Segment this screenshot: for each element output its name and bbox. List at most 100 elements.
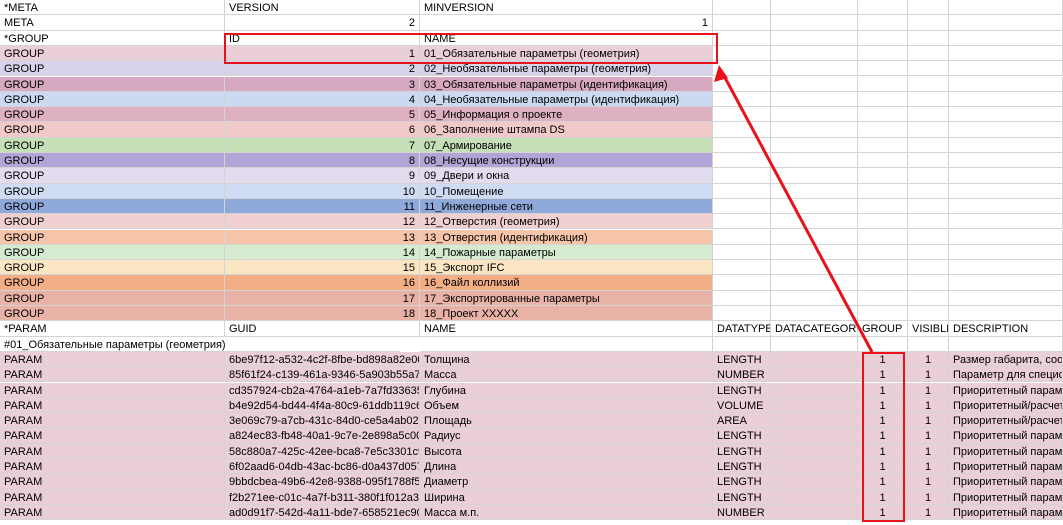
empty-cell[interactable] [771, 137, 858, 153]
empty-cell[interactable] [771, 260, 858, 276]
cell-group-id[interactable]: 11 [225, 198, 420, 215]
cell-group-id[interactable]: 14 [225, 244, 420, 261]
empty-cell[interactable] [858, 122, 908, 138]
cell-param-datacategory[interactable] [771, 428, 858, 444]
empty-cell[interactable] [858, 168, 908, 184]
cell-param-type[interactable]: PARAM [0, 382, 225, 398]
cell-param-datatype[interactable]: LENGTH [713, 428, 771, 444]
empty-cell[interactable] [949, 76, 1063, 92]
cell-group-name[interactable]: 14_Пожарные параметры [420, 244, 713, 261]
empty-cell[interactable] [908, 183, 949, 199]
cell-param-datacategory[interactable] [771, 474, 858, 490]
empty-cell[interactable] [713, 15, 771, 31]
empty-cell[interactable] [713, 198, 771, 215]
cell-group-type[interactable]: GROUP [0, 91, 225, 108]
cell-param-name[interactable]: Объем [420, 397, 713, 414]
cell-param-type[interactable]: PARAM [0, 397, 225, 414]
cell-param-visible[interactable]: 1 [908, 489, 949, 505]
empty-cell[interactable] [713, 168, 771, 184]
cell-group-name[interactable]: 15_Экспорт IFC [420, 260, 713, 276]
cell-param-guid[interactable]: 9bbdcbea-49b6-42e8-9388-095f1788f5ab [225, 474, 420, 490]
empty-cell[interactable] [949, 107, 1063, 123]
empty-cell[interactable] [771, 61, 858, 77]
empty-cell[interactable] [908, 122, 949, 138]
cell-param-datacategory[interactable] [771, 504, 858, 521]
cell-param-header-3[interactable]: DATATYPE [713, 321, 771, 337]
empty-cell[interactable] [713, 153, 771, 169]
empty-cell[interactable] [858, 229, 908, 245]
cell-param-header-4[interactable]: DATACATEGORY [771, 321, 858, 337]
cell-param-datacategory[interactable] [771, 489, 858, 505]
cell-param-description[interactable]: Приоритетный параме [949, 382, 1063, 398]
cell-param-type[interactable]: PARAM [0, 474, 225, 490]
cell-param-visible[interactable]: 1 [908, 397, 949, 414]
empty-cell[interactable] [949, 15, 1063, 31]
cell-param-description[interactable]: Приоритетный параме [949, 459, 1063, 475]
empty-cell[interactable] [771, 45, 858, 62]
empty-cell[interactable] [713, 30, 771, 46]
empty-cell[interactable] [858, 260, 908, 276]
empty-cell[interactable] [949, 229, 1063, 245]
cell-param-type[interactable]: PARAM [0, 459, 225, 475]
cell-group-name[interactable]: 10_Помещение [420, 183, 713, 199]
cell-param-visible[interactable]: 1 [908, 351, 949, 368]
cell-param-datacategory[interactable] [771, 413, 858, 429]
cell-group-name[interactable]: 17_Экспортированные параметры [420, 290, 713, 306]
empty-cell[interactable] [771, 76, 858, 92]
empty-cell[interactable] [949, 275, 1063, 291]
empty-cell[interactable] [771, 275, 858, 291]
empty-cell[interactable] [908, 137, 949, 153]
empty-cell[interactable] [949, 214, 1063, 230]
empty-cell[interactable] [949, 198, 1063, 215]
empty-cell[interactable] [908, 153, 949, 169]
empty-cell[interactable] [908, 260, 949, 276]
empty-cell[interactable] [858, 336, 908, 352]
empty-cell[interactable] [908, 15, 949, 31]
empty-cell[interactable] [908, 61, 949, 77]
cell-param-guid[interactable]: 58c880a7-425c-42ee-bca8-7e5c3301c917 [225, 443, 420, 459]
cell-group-name[interactable]: 18_Проект XXXXX [420, 306, 713, 322]
cell-group-name[interactable]: 13_Отверстия (идентификация) [420, 229, 713, 245]
cell-param-name[interactable]: Площадь [420, 413, 713, 429]
cell-group-type[interactable]: GROUP [0, 214, 225, 230]
empty-cell[interactable] [908, 244, 949, 261]
cell-param-type[interactable]: PARAM [0, 489, 225, 505]
cell-param-datatype[interactable]: LENGTH [713, 443, 771, 459]
cell-param-datatype[interactable]: NUMBER [713, 504, 771, 521]
cell-param-visible[interactable]: 1 [908, 443, 949, 459]
empty-cell[interactable] [771, 244, 858, 261]
cell-param-visible[interactable]: 1 [908, 504, 949, 521]
cell-param-guid[interactable]: 3e069c79-a7cb-431c-84d0-ce5a4ab02262 [225, 413, 420, 429]
cell-param-guid[interactable]: b4e92d54-bd44-4f4a-80c9-61ddb119c6b5 [225, 397, 420, 414]
cell-param-datatype[interactable]: NUMBER [713, 367, 771, 383]
empty-cell[interactable] [713, 244, 771, 261]
cell-param-visible[interactable]: 1 [908, 474, 949, 490]
cell-param-type[interactable]: PARAM [0, 367, 225, 383]
empty-cell[interactable] [908, 168, 949, 184]
cell-group-type[interactable]: GROUP [0, 183, 225, 199]
cell-param-description[interactable]: Приоритетный параме [949, 474, 1063, 490]
empty-cell[interactable] [949, 306, 1063, 322]
cell-param-visible[interactable]: 1 [908, 428, 949, 444]
empty-cell[interactable] [771, 198, 858, 215]
empty-cell[interactable] [908, 336, 949, 352]
empty-cell[interactable] [771, 336, 858, 352]
cell-group-type[interactable]: GROUP [0, 107, 225, 123]
empty-cell[interactable] [949, 61, 1063, 77]
cell-group-name[interactable]: 05_Информация о проекте [420, 107, 713, 123]
cell-group-name[interactable]: 08_Несущие конструкции [420, 153, 713, 169]
empty-cell[interactable] [713, 61, 771, 77]
cell-group-name[interactable]: 06_Заполнение штампа DS [420, 122, 713, 138]
cell-group-type[interactable]: GROUP [0, 137, 225, 153]
empty-cell[interactable] [858, 61, 908, 77]
empty-cell[interactable] [771, 290, 858, 306]
empty-cell[interactable] [908, 107, 949, 123]
cell-group-type[interactable]: GROUP [0, 290, 225, 306]
cell-param-guid[interactable]: a824ec83-fb48-40a1-9c7e-2e898a5c0025 [225, 428, 420, 444]
cell-param-description[interactable]: Приоритетный параме [949, 489, 1063, 505]
cell-group-id[interactable]: 17 [225, 290, 420, 306]
cell-param-header-0[interactable]: *PARAM [0, 321, 225, 337]
cell-group-name[interactable]: 04_Необязательные параметры (идентификац… [420, 91, 713, 108]
cell-param-header-1[interactable]: GUID [225, 321, 420, 337]
cell-param-description[interactable]: Размер габарита, соот [949, 351, 1063, 368]
